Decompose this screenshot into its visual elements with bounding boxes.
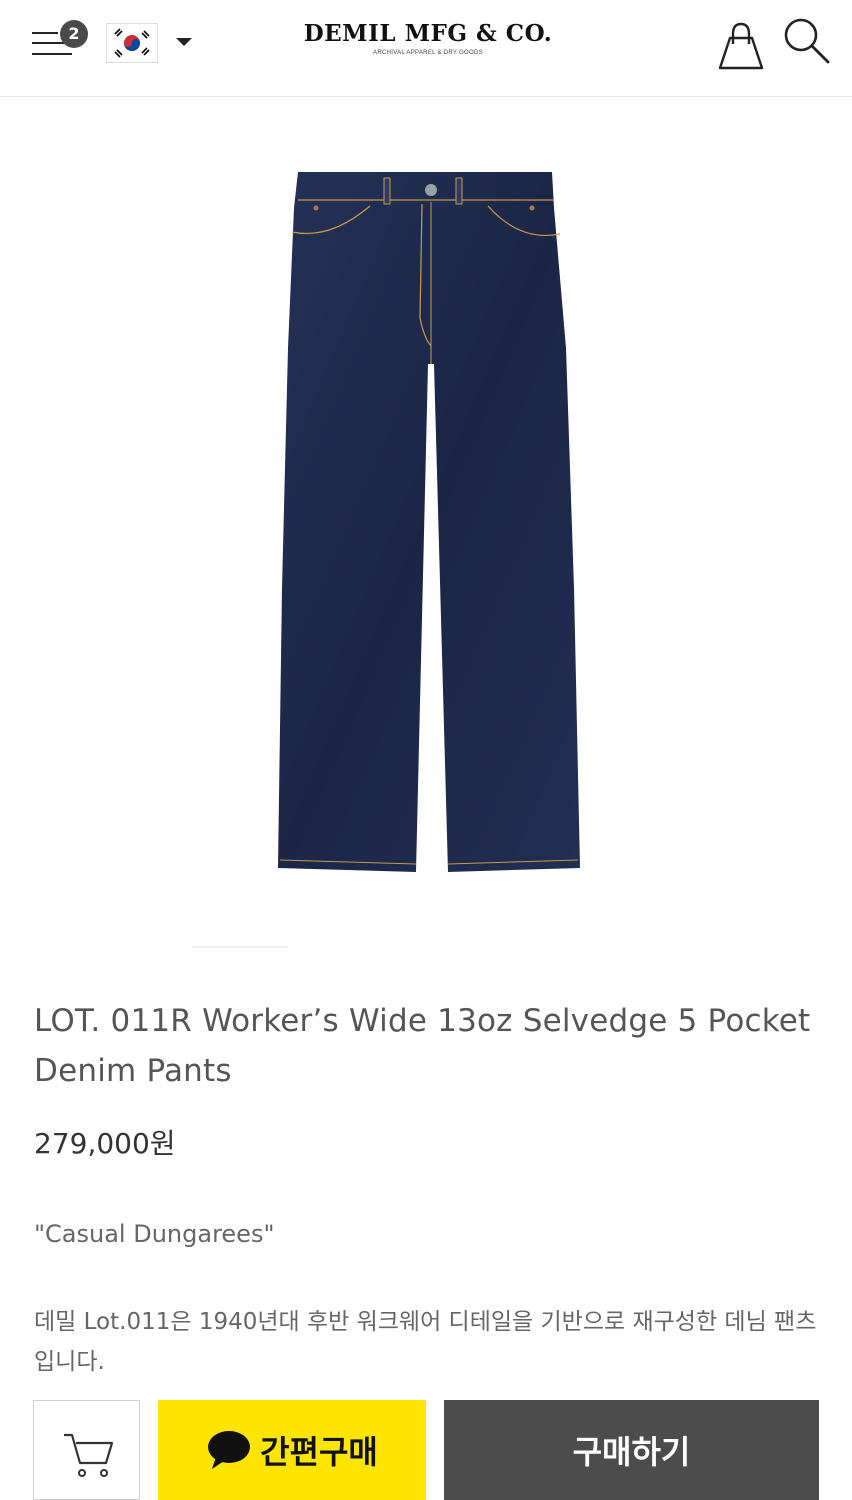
kakao-quick-buy-label: 간편구매 (260, 1433, 378, 1471)
buy-now-button[interactable]: 구매하기 (444, 1400, 819, 1500)
language-selector[interactable] (106, 23, 158, 63)
kakao-quick-buy-button[interactable]: 간편구매 (158, 1400, 426, 1500)
brand-logo[interactable]: DEMIL MFG & CO. ARCHIVAL APPAREL & DRY G… (290, 20, 566, 56)
chevron-down-icon[interactable] (176, 38, 192, 46)
menu-icon-bar (32, 32, 58, 34)
shopping-bag-button[interactable] (716, 22, 766, 70)
product-tagline: "Casual Dungarees" (34, 1220, 275, 1248)
buy-now-label: 구매하기 (572, 1433, 691, 1471)
search-icon (784, 18, 830, 64)
product-image[interactable] (270, 168, 590, 888)
korea-flag-icon (107, 24, 157, 62)
product-price: 279,000원 (34, 1127, 176, 1160)
cart-icon (64, 1433, 114, 1477)
search-button[interactable] (780, 14, 834, 68)
bottom-action-bar: 간편구매 구매하기 (0, 1380, 852, 1500)
add-to-cart-button[interactable] (33, 1400, 140, 1500)
denim-pants-image (278, 172, 580, 872)
product-description: 데밀 Lot.011은 1940년대 후반 워크웨어 디테일을 기반으로 재구성… (34, 1309, 817, 1375)
menu-button[interactable]: 2 (30, 20, 88, 64)
speech-bubble-icon (208, 1431, 251, 1469)
logo-title: DEMIL MFG & CO. (303, 20, 553, 47)
image-slide-indicator (192, 946, 288, 948)
logo-subtitle: ARCHIVAL APPAREL & DRY GOODS (373, 50, 483, 56)
menu-icon-bar (32, 53, 72, 55)
product-title: LOT. 011R Worker’s Wide 13oz Selvedge 5 … (34, 1003, 811, 1089)
header: 2 DEMIL MFG & CO. ARCHIVAL APPAREL & DRY… (0, 0, 852, 97)
shopping-bag-icon (718, 22, 764, 70)
menu-badge-count: 2 (60, 20, 88, 48)
